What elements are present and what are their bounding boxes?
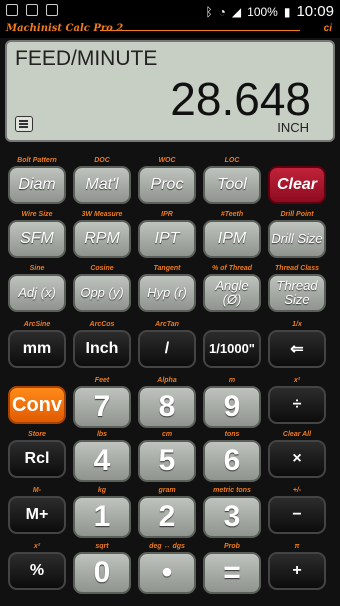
brand-name: Machinist Calc Pro 2	[6, 23, 124, 34]
backspace-key[interactable]: ⇐	[268, 330, 326, 368]
display-label: FEED/MINUTE	[15, 47, 158, 70]
display-unit: INCH	[277, 120, 309, 135]
key-sublabel-ipt: IPR	[161, 211, 173, 218]
key-sublabel-2: gram	[158, 487, 176, 494]
key-sublabel-minus: +/-	[292, 487, 302, 494]
ipt-key[interactable]: IPT	[138, 220, 196, 258]
key-sublabel-plus: π	[294, 543, 300, 550]
angle-key[interactable]: Angle (Ø)	[203, 274, 261, 312]
battery-level: 100%	[247, 4, 278, 19]
key-sublabel-hyp-r: Tangent	[153, 265, 181, 272]
conv-key[interactable]: Conv	[8, 386, 66, 424]
hyp-r-key[interactable]: Hyp (r)	[138, 274, 196, 312]
user-icon	[46, 4, 58, 16]
rcl-key[interactable]: Rcl	[8, 440, 66, 478]
display-value: 28.648	[170, 73, 311, 125]
diam-key[interactable]: Diam	[8, 166, 66, 204]
9-key[interactable]: 9	[203, 386, 261, 428]
key-sublabel-inch: ArcCos	[89, 321, 115, 328]
proc-key[interactable]: Proc	[138, 166, 196, 204]
key-sublabel-rpm: 3W Measure	[81, 211, 123, 218]
key-sublabel-proc: WOC	[158, 157, 176, 164]
download-icon	[26, 4, 38, 16]
key-sublabel-divide-fraction: ArcTan	[155, 321, 179, 328]
battery-icon: ▮	[283, 4, 291, 19]
8-key[interactable]: 8	[138, 386, 196, 428]
tool-key[interactable]: Tool	[203, 166, 261, 204]
menu-icon[interactable]	[15, 116, 33, 132]
notification-icons	[6, 4, 58, 16]
brand-divider	[100, 30, 300, 31]
key-sublabel-angle: % of Thread	[211, 265, 253, 272]
multiply-key[interactable]: ×	[268, 440, 326, 478]
key-sublabel-opp-y: Cosine	[90, 265, 114, 272]
key-sublabel-m-plus: M-	[32, 487, 42, 494]
key-sublabel-7: Feet	[94, 377, 110, 384]
key-sublabel-8: Alpha	[157, 377, 177, 384]
key-sublabel-6: tons	[224, 431, 240, 438]
equals-key[interactable]: =	[203, 552, 261, 594]
1-key[interactable]: 1	[73, 496, 131, 538]
rpm-key[interactable]: RPM	[73, 220, 131, 258]
key-sublabel-backspace: 1/x	[292, 321, 302, 328]
key-sublabel-diam: Bolt Pattern	[17, 157, 57, 164]
key-sublabel-rcl: Store	[28, 431, 46, 438]
key-sublabel-mm: ArcSine	[23, 321, 51, 328]
plus-key[interactable]: +	[268, 552, 326, 590]
key-sublabel-adj-x: Sine	[29, 265, 45, 272]
m-plus-key[interactable]: M+	[8, 496, 66, 534]
matl-key[interactable]: Mat'l	[73, 166, 131, 204]
decimal-key[interactable]: •	[138, 552, 196, 594]
calculator-display: FEED/MINUTE 28.648 INCH	[5, 40, 335, 142]
wifi-icon: ◔	[218, 4, 226, 19]
mm-key[interactable]: mm	[8, 330, 66, 368]
key-sublabel-3: metric tons	[213, 487, 251, 494]
3-key[interactable]: 3	[203, 496, 261, 538]
minus-key[interactable]: −	[268, 496, 326, 534]
clock: 10:09	[296, 3, 334, 20]
key-sublabel-5: cm	[161, 431, 173, 438]
0-key[interactable]: 0	[73, 552, 131, 594]
key-sublabel-4: lbs	[96, 431, 108, 438]
adj-x-key[interactable]: Adj (x)	[8, 274, 66, 312]
key-sublabel-0: sqrt	[95, 543, 109, 550]
divide-key[interactable]: ÷	[268, 386, 326, 424]
key-sublabel-decimal: deg ↔ dgs	[149, 543, 185, 550]
4-key[interactable]: 4	[73, 440, 131, 482]
key-sublabel-1: kg	[97, 487, 107, 494]
6-key[interactable]: 6	[203, 440, 261, 482]
opp-y-key[interactable]: Opp (y)	[73, 274, 131, 312]
thousandths-key[interactable]: 1/1000"	[203, 330, 261, 368]
7-key[interactable]: 7	[73, 386, 131, 428]
key-sublabel-percent: x²	[33, 543, 41, 550]
percent-key[interactable]: %	[8, 552, 66, 590]
key-sublabel-thread-size: Thread Class	[275, 265, 319, 272]
key-sublabel-matl: DOC	[94, 157, 110, 164]
2-key[interactable]: 2	[138, 496, 196, 538]
key-sublabel-divide: x²	[293, 377, 301, 384]
signal-icon: ◢	[231, 4, 242, 19]
ipm-key[interactable]: IPM	[203, 220, 261, 258]
sfm-key[interactable]: SFM	[8, 220, 66, 258]
key-sublabel-drill-size: Drill Point	[280, 211, 314, 218]
brand-ci: ci	[323, 23, 332, 34]
key-sublabel-equals: Prob	[224, 543, 240, 550]
drill-size-key[interactable]: Drill Size	[268, 220, 326, 258]
key-sublabel-multiply: Clear All	[282, 431, 312, 438]
key-sublabel-sfm: Wire Size	[21, 211, 53, 218]
brand-bar: Machinist Calc Pro 2 ci	[0, 22, 340, 38]
key-sublabel-9: m	[228, 377, 236, 384]
clear-key[interactable]: Clear	[268, 166, 326, 204]
bluetooth-icon: ᛒ	[205, 4, 213, 19]
screenshot-icon	[6, 4, 18, 16]
inch-key[interactable]: Inch	[73, 330, 131, 368]
key-sublabel-ipm: #Teeth	[220, 211, 244, 218]
thread-size-key[interactable]: Thread Size	[268, 274, 326, 312]
key-sublabel-tool: LOC	[224, 157, 240, 164]
divide-fraction-key[interactable]: /	[138, 330, 196, 368]
system-icons: ᛒ ◔ ◢ 100% ▮ 10:09	[205, 3, 334, 20]
status-bar: ᛒ ◔ ◢ 100% ▮ 10:09	[0, 0, 340, 22]
5-key[interactable]: 5	[138, 440, 196, 482]
